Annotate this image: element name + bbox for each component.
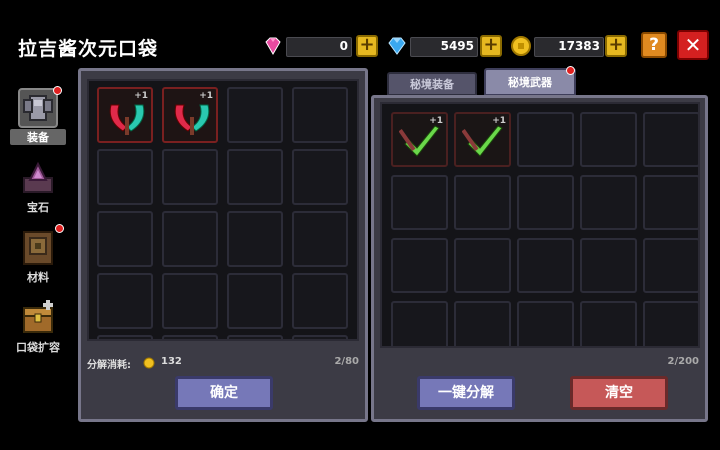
green-scythe-icon xyxy=(462,125,503,157)
item-level: +1 xyxy=(429,116,443,126)
nav-label-expand: 口袋扩容 xyxy=(16,341,60,354)
item-level: +1 xyxy=(134,91,148,101)
inventory-slot[interactable] xyxy=(227,149,283,205)
inventory-slot[interactable]: +1 xyxy=(162,87,218,143)
inventory-slot[interactable] xyxy=(292,211,348,267)
nav-item-equipment[interactable]: 装备 xyxy=(10,86,66,145)
weapon-slot[interactable] xyxy=(643,175,698,230)
weapon-slot[interactable] xyxy=(517,175,574,230)
green-scythe-icon xyxy=(399,125,440,157)
gem-icon xyxy=(18,158,58,198)
material-book-icon xyxy=(18,224,64,268)
inventory-slot[interactable] xyxy=(97,335,153,339)
inventory-slot[interactable] xyxy=(227,335,283,339)
gem-currency: 0 + xyxy=(262,35,380,59)
nav-label-materials: 材料 xyxy=(27,271,49,284)
inventory-slot[interactable] xyxy=(97,211,153,267)
inventory-slot[interactable] xyxy=(227,273,283,329)
add-coins-button[interactable]: + xyxy=(605,35,627,57)
diamond-currency: 5495 + xyxy=(386,35,502,59)
inventory-slot[interactable] xyxy=(227,211,283,267)
inventory-slot[interactable] xyxy=(292,87,348,143)
weapon-slot[interactable]: +1 xyxy=(454,112,511,167)
inventory-slot[interactable] xyxy=(162,335,218,339)
nav-item-gems[interactable]: 宝石 xyxy=(10,158,66,215)
inventory-slot[interactable] xyxy=(227,87,283,143)
weapon-slot[interactable] xyxy=(517,112,574,167)
window-title: 拉吉酱次元口袋 xyxy=(18,38,159,60)
weapon-slot[interactable] xyxy=(454,175,511,230)
tab-secret-equipment[interactable]: 秘境装备 xyxy=(387,72,477,96)
weapons-grid: +1 +1 xyxy=(391,112,698,346)
weapon-slot[interactable] xyxy=(643,238,698,293)
notification-dot xyxy=(53,86,62,95)
clear-button[interactable]: 清空 xyxy=(570,376,668,410)
diamond-count: 5495 xyxy=(440,39,474,53)
item-level: +1 xyxy=(199,91,213,101)
inventory-slot[interactable] xyxy=(162,273,218,329)
red-scythe-icon xyxy=(109,104,145,135)
weapon-slot[interactable] xyxy=(580,238,637,293)
decompose-cost-value: 132 xyxy=(161,356,182,367)
secret-weapons-panel: +1 +1 2/200 一键分解 清空 xyxy=(371,95,708,422)
inventory-capacity: 2/80 xyxy=(334,356,359,367)
nav-label-gems: 宝石 xyxy=(27,201,49,214)
nav-item-expand[interactable]: 口袋扩容 xyxy=(10,298,66,355)
inventory-grid: +1 +1 xyxy=(97,87,348,339)
nav-item-materials[interactable]: 材料 xyxy=(10,224,66,285)
decompose-all-button[interactable]: 一键分解 xyxy=(417,376,515,410)
weapon-slot[interactable] xyxy=(391,238,448,293)
notification-dot xyxy=(566,66,575,75)
weapon-slot[interactable] xyxy=(391,175,448,230)
inventory-slot[interactable]: +1 xyxy=(97,87,153,143)
item-level: +1 xyxy=(492,116,506,126)
weapon-slot[interactable] xyxy=(454,238,511,293)
weapon-slot[interactable] xyxy=(643,301,698,346)
weapons-capacity: 2/200 xyxy=(667,356,699,367)
inventory-slot[interactable] xyxy=(292,273,348,329)
close-button[interactable]: ✕ xyxy=(677,30,709,60)
pink-gem-icon xyxy=(265,37,281,55)
weapon-slot[interactable]: +1 xyxy=(391,112,448,167)
inventory-slot[interactable] xyxy=(162,149,218,205)
weapon-slot[interactable] xyxy=(643,112,698,167)
weapon-slot[interactable] xyxy=(580,112,637,167)
nav-label-equipment: 装备 xyxy=(10,129,66,145)
weapon-slot[interactable] xyxy=(580,301,637,346)
inventory-slot[interactable] xyxy=(292,335,348,339)
coin-currency: 17383 + xyxy=(510,35,628,59)
inventory-slot[interactable] xyxy=(97,273,153,329)
coin-count: 17383 xyxy=(558,39,600,53)
inventory-panel: +1 +1 分解消耗: 132 2/80 确定 xyxy=(78,68,368,422)
inventory-slot[interactable] xyxy=(162,211,218,267)
chest-icon xyxy=(18,298,58,338)
tab-secret-weapons[interactable]: 秘境武器 xyxy=(484,68,576,96)
add-diamonds-button[interactable]: + xyxy=(480,35,502,57)
gold-coin-icon xyxy=(511,36,531,56)
weapon-slot[interactable] xyxy=(580,175,637,230)
notification-dot xyxy=(55,224,64,233)
weapon-slot[interactable] xyxy=(454,301,511,346)
gem-count: 0 xyxy=(339,39,348,53)
gold-coin-icon xyxy=(143,357,155,369)
weapon-slot[interactable] xyxy=(517,238,574,293)
decompose-cost-label: 分解消耗: xyxy=(87,360,131,371)
red-scythe-icon xyxy=(174,104,210,135)
weapon-slot[interactable] xyxy=(517,301,574,346)
blue-diamond-icon xyxy=(388,37,406,55)
weapon-slot[interactable] xyxy=(391,301,448,346)
add-gems-button[interactable]: + xyxy=(356,35,378,57)
inventory-grid-area[interactable]: +1 +1 xyxy=(87,79,359,341)
help-button[interactable]: ? xyxy=(641,32,667,58)
weapons-grid-area[interactable]: +1 +1 xyxy=(380,102,700,348)
inventory-slot[interactable] xyxy=(97,149,153,205)
confirm-button[interactable]: 确定 xyxy=(175,376,273,410)
inventory-slot[interactable] xyxy=(292,149,348,205)
armor-icon xyxy=(18,86,62,128)
